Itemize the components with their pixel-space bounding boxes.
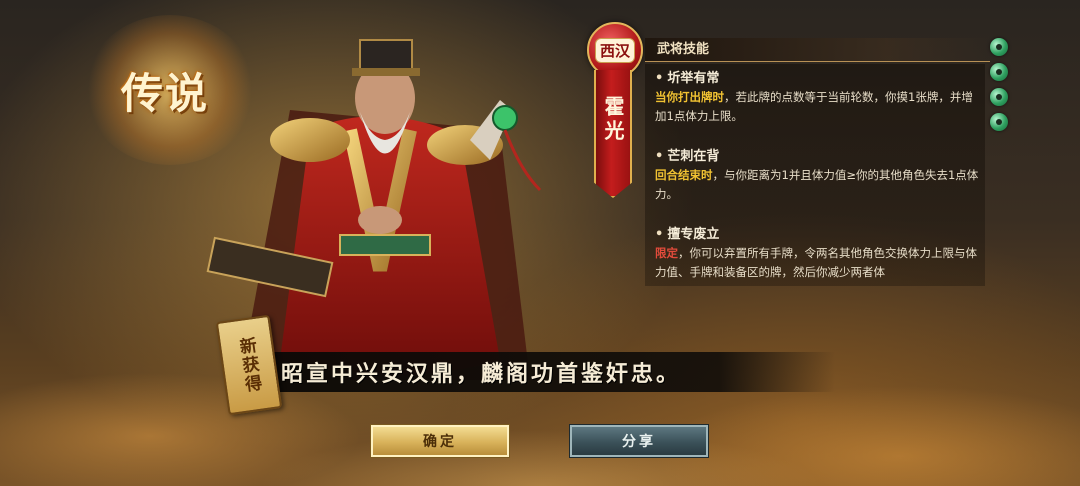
skill-trigger: 回合结束时 <box>655 168 713 182</box>
general-name-banner: 霍光 <box>594 70 632 198</box>
skill-description: 回合结束时，与你距离为1并且体力值≥你的其他角色失去1点体力。 <box>655 166 985 204</box>
dynasty-seal: 西汉 <box>587 22 643 78</box>
skill-name: 擅专废立 <box>655 226 985 244</box>
skill-name: 圻举有常 <box>655 70 985 88</box>
skill-trigger: 限定 <box>655 246 678 260</box>
skill-effect: ，你可以弃置所有手牌，令两名其他角色交换体力上限与体力值、手牌和装备区的牌，然后… <box>655 246 977 279</box>
confirm-button[interactable]: 确定 <box>370 424 510 458</box>
general-name: 霍光 <box>601 96 625 144</box>
new-acquired-label: 新获得 <box>234 335 263 395</box>
dynasty-label: 西汉 <box>594 37 635 63</box>
skill-name: 芒刺在背 <box>655 148 985 166</box>
skill-item: 圻举有常 当你打出牌时，若此牌的点数等于当前轮数，你摸1张牌，并增加1点体力上限… <box>655 70 985 126</box>
skills-header: 武将技能 <box>645 38 990 62</box>
jade-rating <box>990 38 1012 138</box>
jade-ring-icon <box>990 88 1008 106</box>
skill-description: 当你打出牌时，若此牌的点数等于当前轮数，你摸1张牌，并增加1点体力上限。 <box>655 88 985 126</box>
jade-ring-icon <box>990 113 1008 131</box>
skill-trigger: 当你打出牌时 <box>655 90 724 104</box>
skill-item: 擅专废立 限定，你可以弃置所有手牌，令两名其他角色交换体力上限与体力值、手牌和装… <box>655 226 985 282</box>
skill-item: 芒刺在背 回合结束时，与你距离为1并且体力值≥你的其他角色失去1点体力。 <box>655 148 985 204</box>
jade-ring-icon <box>990 63 1008 81</box>
quote-banner: 昭宣中兴安汉鼎，麟阁功首鉴奸忠。 <box>255 352 835 392</box>
quote-text: 昭宣中兴安汉鼎，麟阁功首鉴奸忠。 <box>281 361 682 387</box>
jade-ring-icon <box>990 38 1008 56</box>
skill-description: 限定，你可以弃置所有手牌，令两名其他角色交换体力上限与体力值、手牌和装备区的牌，… <box>655 244 985 282</box>
legend-label: 传说 <box>120 68 209 118</box>
share-button[interactable]: 分享 <box>569 424 709 458</box>
skills-panel[interactable]: 圻举有常 当你打出牌时，若此牌的点数等于当前轮数，你摸1张牌，并增加1点体力上限… <box>645 64 985 286</box>
